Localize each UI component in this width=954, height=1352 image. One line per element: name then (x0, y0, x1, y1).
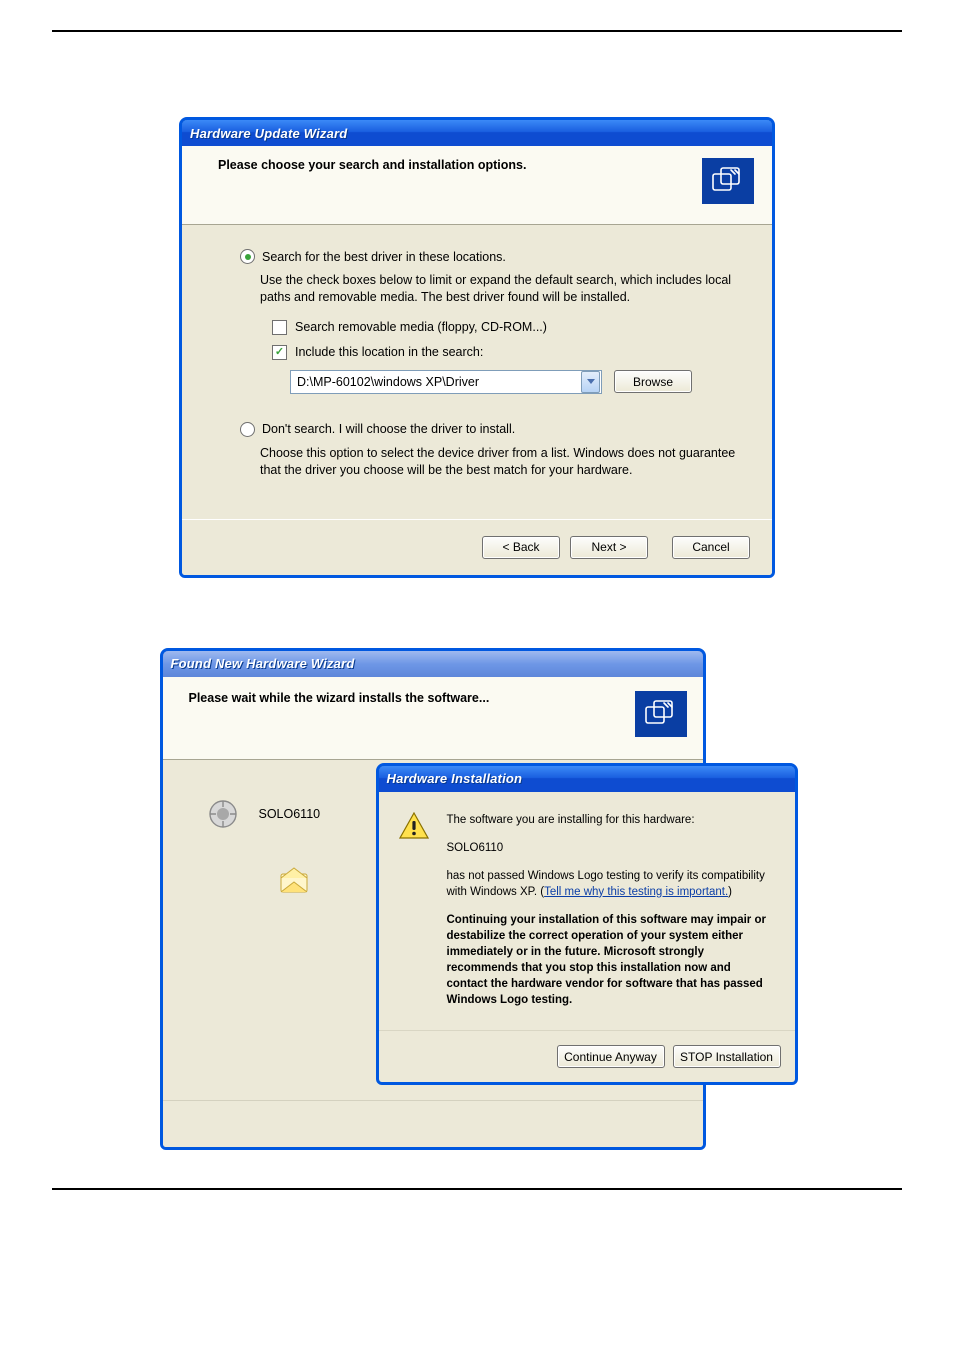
warn-device: SOLO6110 (447, 840, 775, 856)
wizard2-title: Found New Hardware Wizard (171, 656, 355, 671)
continue-anyway-button[interactable]: Continue Anyway (557, 1045, 665, 1068)
stop-installation-button[interactable]: STOP Installation (673, 1045, 781, 1068)
radio-search-label: Search for the best driver in these loca… (262, 250, 506, 264)
installing-device-name: SOLO6110 (259, 807, 321, 821)
cancel-button[interactable]: Cancel (672, 536, 750, 559)
logo-testing-link[interactable]: Tell me why this testing is important. (544, 886, 728, 898)
hardware-installation-dialog: Hardware Installation The software you a… (376, 763, 798, 1086)
checkbox-include-location[interactable]: Include this location in the search: (272, 345, 746, 360)
warn-line2b: ) (728, 886, 732, 898)
browse-button[interactable]: Browse (614, 370, 692, 393)
wizard1-header-text: Please choose your search and installati… (218, 158, 526, 172)
wizard1-titlebar[interactable]: Hardware Update Wizard (182, 120, 772, 146)
location-path-input[interactable] (291, 375, 580, 389)
chevron-down-icon[interactable] (581, 371, 600, 393)
checkbox-include-label: Include this location in the search: (295, 345, 483, 359)
radio-dont-search-label: Don't search. I will choose the driver t… (262, 422, 515, 436)
wizard-hardware-icon (635, 691, 687, 737)
checkbox-removable-media[interactable]: Search removable media (floppy, CD-ROM..… (272, 320, 746, 335)
figure-2-group: Found New Hardware Wizard Please wait wh… (160, 648, 795, 1098)
wizard1-button-bar: < Back Next > Cancel (182, 519, 772, 575)
checkbox-checked-icon (272, 345, 287, 360)
bottom-rule (52, 1188, 902, 1190)
hardware-update-wizard-window: Hardware Update Wizard Please choose you… (179, 117, 775, 578)
wizard2-titlebar[interactable]: Found New Hardware Wizard (163, 651, 703, 677)
location-path-combobox[interactable] (290, 370, 602, 394)
wizard-hardware-icon (702, 158, 754, 204)
warn-line2: has not passed Windows Logo testing to v… (447, 868, 775, 900)
wizard1-title: Hardware Update Wizard (190, 126, 347, 141)
back-button[interactable]: < Back (482, 536, 560, 559)
wizard1-header-strip: Please choose your search and installati… (182, 146, 772, 225)
next-button[interactable]: Next > (570, 536, 648, 559)
warn-bold-text: Continuing your installation of this sof… (447, 912, 775, 1009)
radio-search-best-driver[interactable]: Search for the best driver in these loca… (240, 249, 746, 264)
radio-selected-icon (240, 249, 255, 264)
warn-dialog-title: Hardware Installation (387, 771, 523, 786)
wizard2-header-strip: Please wait while the wizard installs th… (163, 677, 703, 760)
checkbox-removable-label: Search removable media (floppy, CD-ROM..… (295, 320, 547, 334)
radio-dont-search[interactable]: Don't search. I will choose the driver t… (240, 422, 746, 437)
warn-line1: The software you are installing for this… (447, 812, 775, 828)
radio-unselected-icon (240, 422, 255, 437)
file-copy-icon (279, 864, 315, 894)
device-icon (207, 798, 239, 830)
warn-button-bar: Continue Anyway STOP Installation (379, 1030, 795, 1082)
checkbox-unchecked-icon (272, 320, 287, 335)
opt-manual-desc: Choose this option to select the device … (260, 445, 746, 479)
opt-search-desc: Use the check boxes below to limit or ex… (260, 272, 746, 306)
warn-dialog-titlebar[interactable]: Hardware Installation (379, 766, 795, 792)
warning-icon (399, 812, 429, 840)
wizard2-header-text: Please wait while the wizard installs th… (189, 691, 490, 705)
